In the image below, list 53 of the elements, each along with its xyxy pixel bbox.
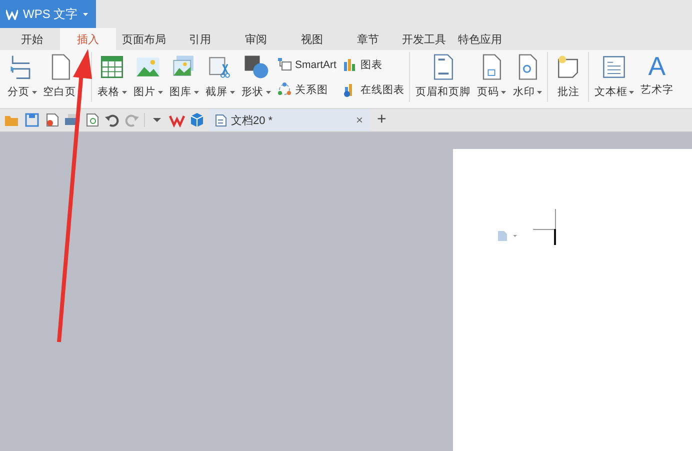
save-icon[interactable]: [24, 112, 40, 128]
undo-icon[interactable]: [104, 112, 120, 128]
close-icon[interactable]: ×: [356, 113, 363, 127]
margin-corner-mark: [533, 209, 556, 230]
ribbon-button[interactable]: 图片: [130, 52, 166, 102]
caret-icon: [194, 90, 198, 94]
ribbon-button[interactable]: 图表: [340, 55, 406, 74]
ribbon-button[interactable]: 关系图: [275, 80, 338, 99]
ribbon-tab[interactable]: 章节: [340, 28, 396, 50]
caret-icon: [536, 90, 542, 94]
ribbon-button[interactable]: 在线图表: [340, 80, 406, 99]
ribbon-button[interactable]: 形状: [238, 52, 274, 102]
ribbon-button[interactable]: 空白页: [40, 52, 79, 102]
ribbon-tab[interactable]: 视图: [284, 28, 340, 50]
caret-icon: [32, 90, 36, 94]
bar-chart-icon: [342, 57, 358, 72]
caret-icon: [82, 12, 88, 16]
ribbon-button[interactable]: 表格: [94, 52, 130, 102]
export-icon[interactable]: [44, 112, 60, 128]
ribbon-button[interactable]: 批注: [550, 52, 586, 102]
caret-icon: [266, 90, 270, 94]
ribbon-button[interactable]: 截屏: [202, 52, 238, 102]
caret-icon: [122, 90, 126, 94]
ribbon-tab[interactable]: 审阅: [228, 28, 284, 50]
ribbon-tab[interactable]: 页面布局: [116, 28, 172, 50]
ribbon-button[interactable]: 文本框: [591, 52, 638, 102]
caret-icon: [629, 90, 634, 94]
document-icon: [215, 114, 227, 126]
ribbon-tab[interactable]: 开发工具: [396, 28, 452, 50]
document-tab[interactable]: 文档20 * ×: [209, 109, 369, 131]
ribbon-tab[interactable]: 开始: [4, 28, 60, 50]
ribbon-button[interactable]: 图库: [166, 52, 202, 102]
ribbon-tab[interactable]: 插入: [60, 28, 116, 50]
ribbon-tab[interactable]: 引用: [172, 28, 228, 50]
ribbon-button[interactable]: 页码: [473, 52, 510, 102]
ribbon-button[interactable]: A 艺术字: [637, 52, 676, 102]
new-tab-button[interactable]: +: [373, 111, 390, 129]
ribbon-tab[interactable]: 特色应用: [452, 28, 508, 50]
cycle-icon: [277, 82, 292, 97]
app-menu-button[interactable]: WPS 文字: [0, 0, 96, 28]
caret-icon: [230, 90, 234, 94]
ribbon-button[interactable]: 分页: [4, 52, 40, 102]
letter-icon: A: [648, 52, 666, 80]
ribbon-button[interactable]: SmartArt: [275, 55, 338, 74]
cube-icon[interactable]: [189, 112, 205, 128]
ribbon-button[interactable]: 页眉和页脚: [412, 52, 474, 102]
smartart-icon: [277, 57, 292, 72]
caret-icon: [500, 90, 506, 94]
ribbon-button[interactable]: 水印: [509, 52, 546, 102]
caret-icon: [158, 90, 162, 94]
print-preview-icon[interactable]: [84, 112, 100, 128]
logo-icon: [6, 8, 18, 20]
text-cursor: [554, 229, 556, 245]
